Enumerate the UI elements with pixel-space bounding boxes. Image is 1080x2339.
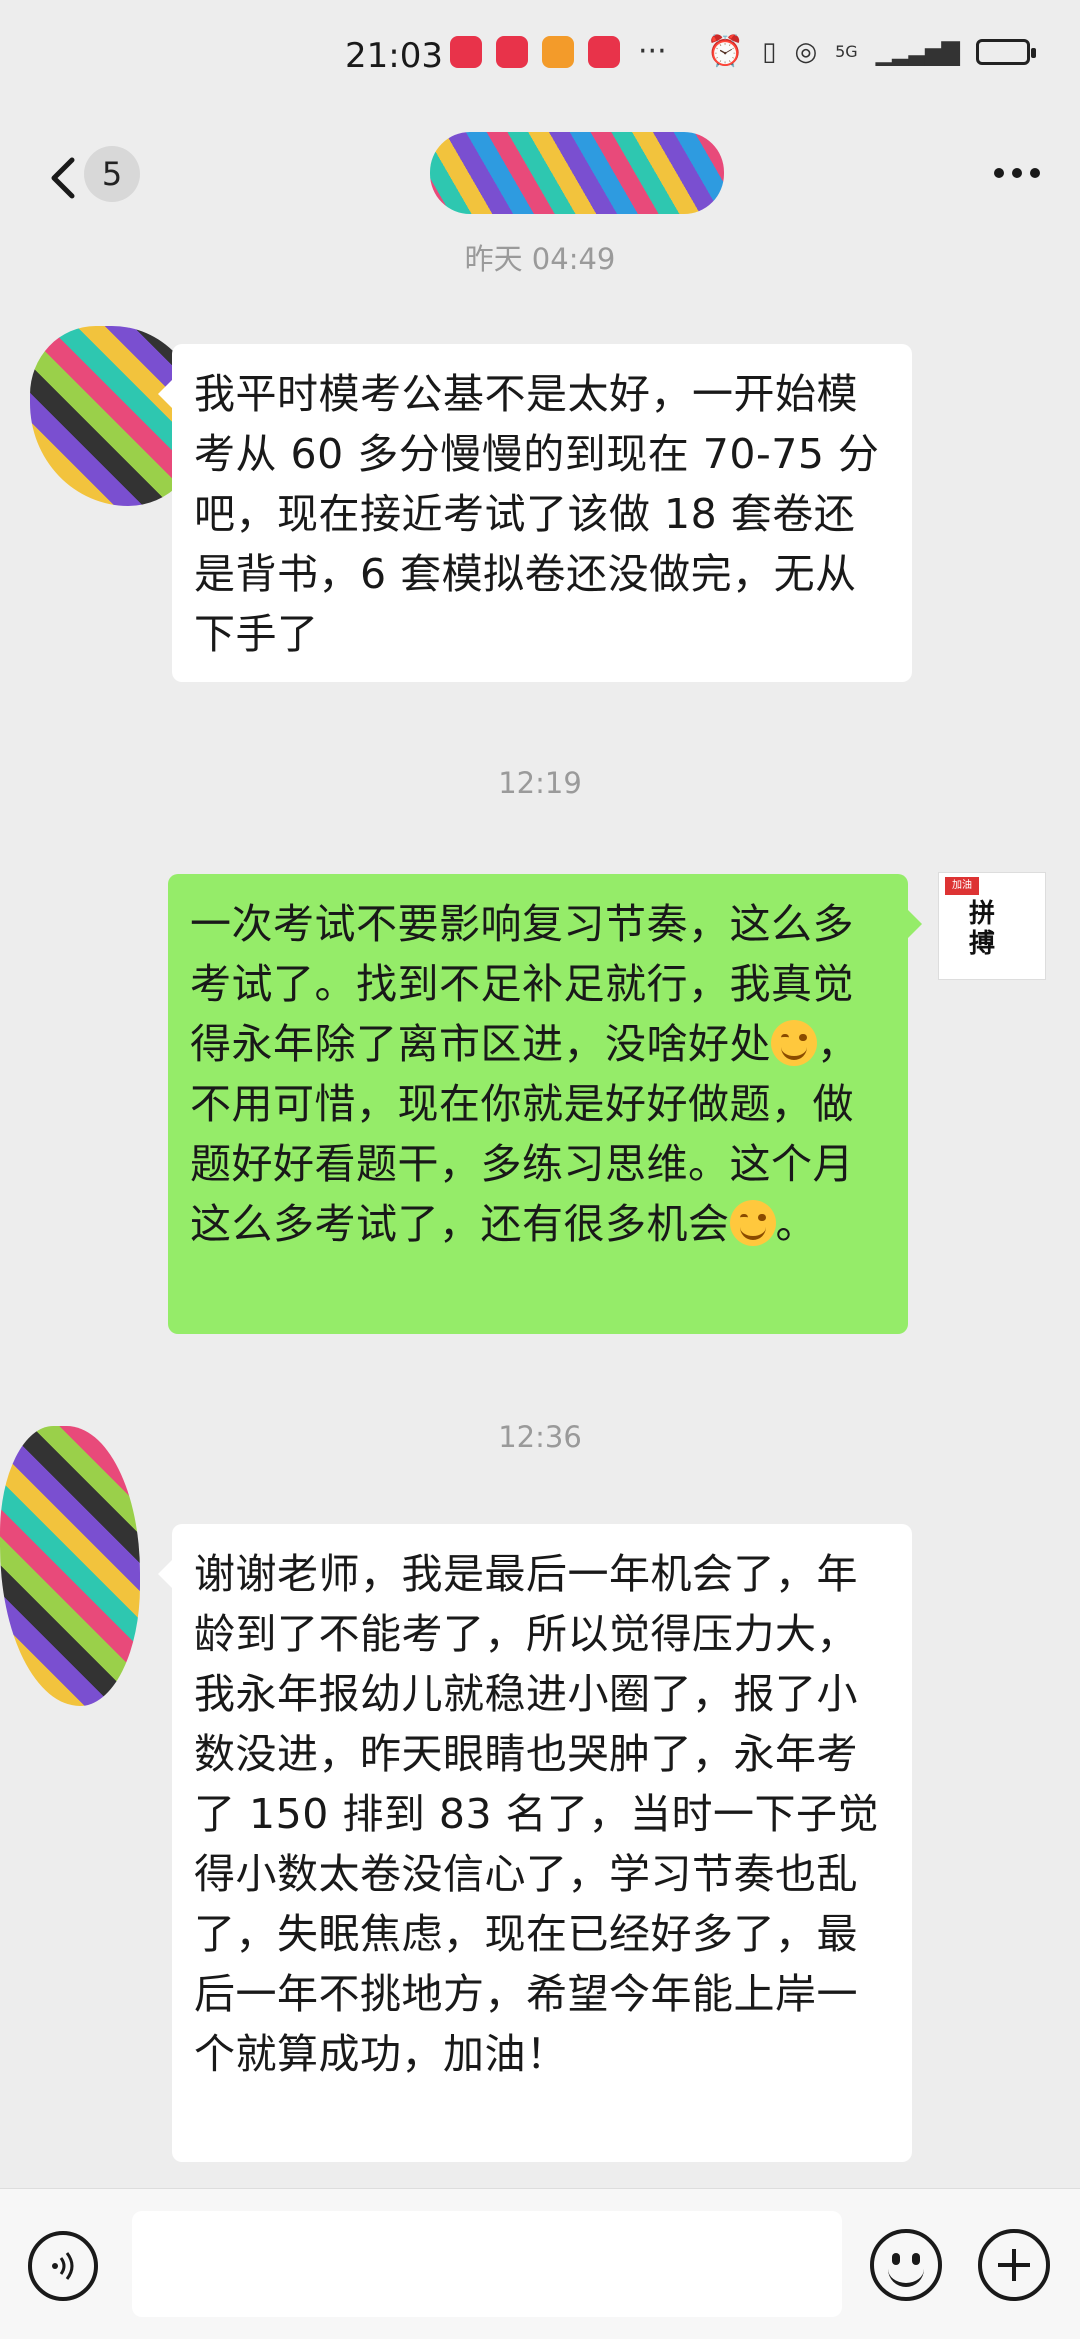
contact-avatar[interactable]: [0, 1426, 140, 1706]
network-label: 5G: [835, 42, 858, 61]
vibrate-icon: ▯: [762, 36, 777, 67]
outgoing-message[interactable]: 一次考试不要影响复习节奏，这么多考试了。找到不足补足就行，我真觉得永年除了离市区…: [168, 874, 922, 1334]
incoming-message[interactable]: 我平时模考公基不是太好，一开始模考从 60 多分慢慢的到现在 70-75 分吧，…: [158, 344, 912, 682]
emoji-picker-icon[interactable]: [870, 2229, 942, 2301]
xiaohongshu-icon: [450, 35, 482, 68]
message-timestamp: 12:36: [498, 1420, 582, 1454]
message-text-input[interactable]: [132, 2211, 842, 2317]
hotspot-icon: ◎: [794, 36, 818, 67]
incoming-message[interactable]: 谢谢老师，我是最后一年机会了，年龄到了不能考了，所以觉得压力大，我永年报幼儿就稳…: [158, 1524, 912, 2162]
status-app-icons: ···: [450, 34, 667, 69]
status-bar: 21:03 ··· ⏰ ▯ ◎ 5G ▁▂▃▅▇: [0, 0, 1080, 120]
back-arrow-icon[interactable]: [40, 148, 90, 208]
video-app-icon: [542, 35, 574, 68]
voice-input-icon[interactable]: [28, 2231, 98, 2301]
avatar-text: 拼搏: [969, 899, 996, 959]
status-right: ⏰ ▯ ◎ 5G ▁▂▃▅▇: [706, 34, 1036, 69]
chat-header: 5: [0, 120, 1080, 238]
laughing-emoji-icon: [771, 1020, 817, 1066]
more-options-icon[interactable]: [994, 168, 1040, 178]
my-avatar[interactable]: 加油 拼搏: [938, 872, 1046, 980]
chat-title-redacted: [430, 132, 724, 214]
message-input-bar: [0, 2188, 1080, 2339]
message-timestamp: 12:19: [498, 766, 582, 800]
book-app-icon: [496, 35, 528, 68]
signal-icon: ▁▂▃▅▇: [875, 37, 960, 66]
huawei-app-icon: [588, 35, 620, 68]
smile-emoji-icon: [729, 1200, 776, 1246]
more-functions-plus-icon[interactable]: [978, 2229, 1050, 2301]
avatar-tag: 加油: [945, 877, 979, 895]
outgoing-message-text: 。: [775, 1200, 817, 1248]
alarm-icon: ⏰: [706, 34, 745, 69]
status-time: 21:03: [345, 36, 443, 76]
unread-count-badge[interactable]: 5: [84, 146, 140, 202]
more-notifications-icon: ···: [638, 34, 667, 69]
outgoing-message-text: 一次考试不要影响复习节奏，这么多考试了。找到不足补足就行，我真觉得永年除了离市区…: [190, 900, 854, 1068]
message-timestamp: 昨天 04:49: [464, 242, 616, 276]
battery-icon: [976, 38, 1036, 65]
